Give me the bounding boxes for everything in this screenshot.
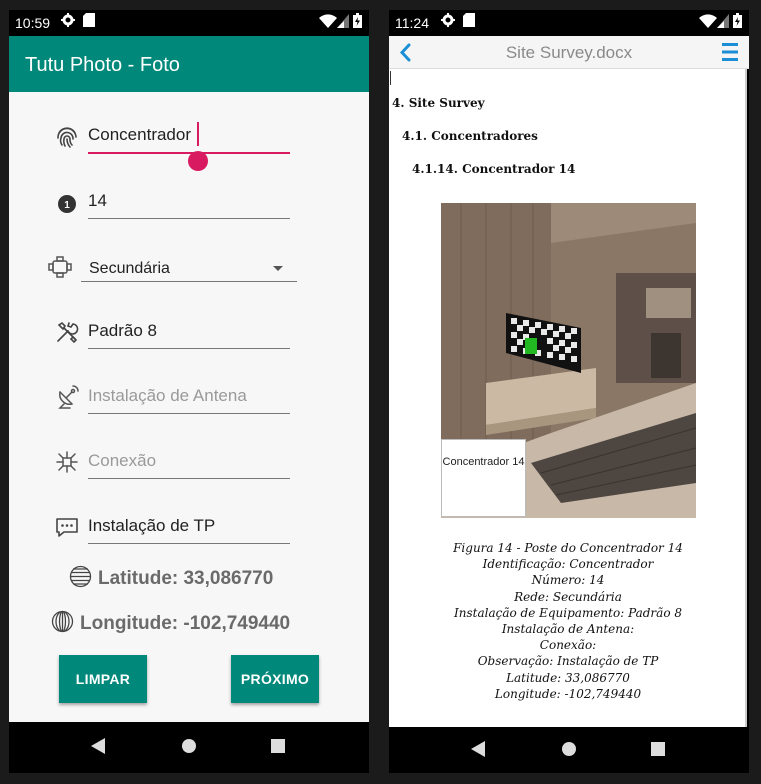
- wifi-icon: [699, 14, 717, 28]
- caption-line: Observação: Instalação de TP: [477, 654, 659, 669]
- antena-input[interactable]: [88, 382, 290, 414]
- network-node-icon: [48, 256, 72, 278]
- satellite-dish-icon: [58, 385, 79, 409]
- battery-icon: [733, 13, 742, 28]
- sd-card-icon: [83, 13, 95, 27]
- document-title: Site Survey.docx: [505, 43, 633, 62]
- rede-select[interactable]: Secundária: [81, 252, 297, 282]
- caption-line: Rede: Secundária: [514, 589, 622, 604]
- conexao-input[interactable]: [88, 447, 290, 479]
- sd-card-icon: [463, 13, 475, 27]
- longitude-display: Longitude: -102,749440: [51, 610, 290, 635]
- caption-line: Instalação de Antena:: [501, 622, 635, 637]
- caption-line: Longitude: -102,749440: [494, 686, 642, 701]
- text-cursor: [197, 122, 199, 146]
- fingerprint-icon: [57, 127, 77, 148]
- rede-selected-value: Secundária: [89, 260, 170, 277]
- field-rede: Secundária: [9, 250, 369, 290]
- gear-icon: [61, 13, 75, 27]
- form-content: 1 Secundária: [9, 92, 369, 722]
- number-one-icon: 1: [58, 195, 76, 213]
- home-icon[interactable]: [181, 738, 197, 754]
- signal-icon: [717, 14, 729, 28]
- caption-line: Conexão:: [539, 638, 597, 653]
- equipamento-input[interactable]: [88, 317, 290, 349]
- limpar-button[interactable]: LIMPAR: [59, 655, 147, 703]
- status-time: 11:24: [395, 15, 429, 31]
- photo-label-box: Concentrador 14: [441, 439, 526, 517]
- recents-icon[interactable]: [651, 742, 665, 756]
- latitude-display: Latitude: 33,086770: [69, 565, 273, 590]
- longitude-text: Longitude: -102,749440: [80, 613, 291, 634]
- field-numero: 1: [9, 185, 369, 225]
- heading-level-3: 4.1.14. Concentrador 14: [412, 162, 576, 176]
- status-time: 10:59: [15, 15, 51, 31]
- app-title: Tutu Photo - Foto: [25, 54, 180, 76]
- hub-icon: [56, 451, 78, 473]
- caption-line: Identificação: Concentrador: [482, 557, 654, 572]
- recents-icon[interactable]: [271, 739, 285, 753]
- figure-caption: Figura 14 - Poste do Concentrador 14 Ide…: [389, 540, 747, 702]
- caption-line: Latitude: 33,086770: [506, 670, 630, 685]
- field-equipamento: [9, 315, 369, 355]
- wifi-icon: [319, 14, 337, 28]
- numero-input[interactable]: [88, 187, 290, 219]
- text-cursor: [390, 71, 391, 85]
- document-page: 4. Site Survey 4.1. Concentradores 4.1.1…: [389, 69, 747, 727]
- svg-text:1: 1: [64, 200, 70, 211]
- status-bar: 10:59: [9, 10, 369, 36]
- gear-icon: [441, 13, 455, 27]
- caption-line: Figura 14 - Poste do Concentrador 14: [453, 541, 683, 555]
- status-bar: 11:24: [389, 10, 749, 36]
- navigation-bar: [9, 722, 369, 773]
- identificacao-input[interactable]: [88, 122, 290, 154]
- heading-level-2: 4.1. Concentradores: [402, 129, 538, 143]
- navigation-bar: [389, 727, 749, 773]
- document-toolbar: Site Survey.docx: [389, 36, 749, 69]
- heading-level-1: 4. Site Survey: [392, 96, 485, 110]
- menu-icon[interactable]: [722, 42, 738, 62]
- home-icon[interactable]: [561, 741, 577, 757]
- field-observacao: [9, 510, 369, 550]
- left-phone-screen: 10:59 Tutu Photo - Foto 1: [9, 10, 369, 773]
- chevron-down-icon: [273, 266, 283, 271]
- chat-bubble-icon: [56, 518, 78, 537]
- caption-line: Instalação de Equipamento: Padrão 8: [454, 605, 682, 620]
- right-phone-screen: 11:24 Site Survey.docx 4. Site Survey 4.…: [389, 10, 749, 773]
- longitude-globe-icon: [51, 610, 74, 633]
- field-conexao: [9, 445, 369, 485]
- proximo-button[interactable]: PRÓXIMO: [231, 655, 319, 703]
- battery-icon: [353, 13, 362, 28]
- field-antena: [9, 380, 369, 420]
- cursor-handle[interactable]: [188, 151, 208, 171]
- app-bar: Tutu Photo - Foto: [9, 36, 369, 92]
- tools-icon: [57, 321, 79, 344]
- observacao-input[interactable]: [88, 512, 290, 544]
- latitude-text: Latitude: 33,086770: [98, 568, 274, 589]
- caption-line: Número: 14: [531, 573, 605, 588]
- latitude-globe-icon: [69, 565, 92, 588]
- back-icon[interactable]: [471, 741, 485, 757]
- signal-icon: [337, 14, 349, 28]
- back-icon[interactable]: [91, 738, 105, 754]
